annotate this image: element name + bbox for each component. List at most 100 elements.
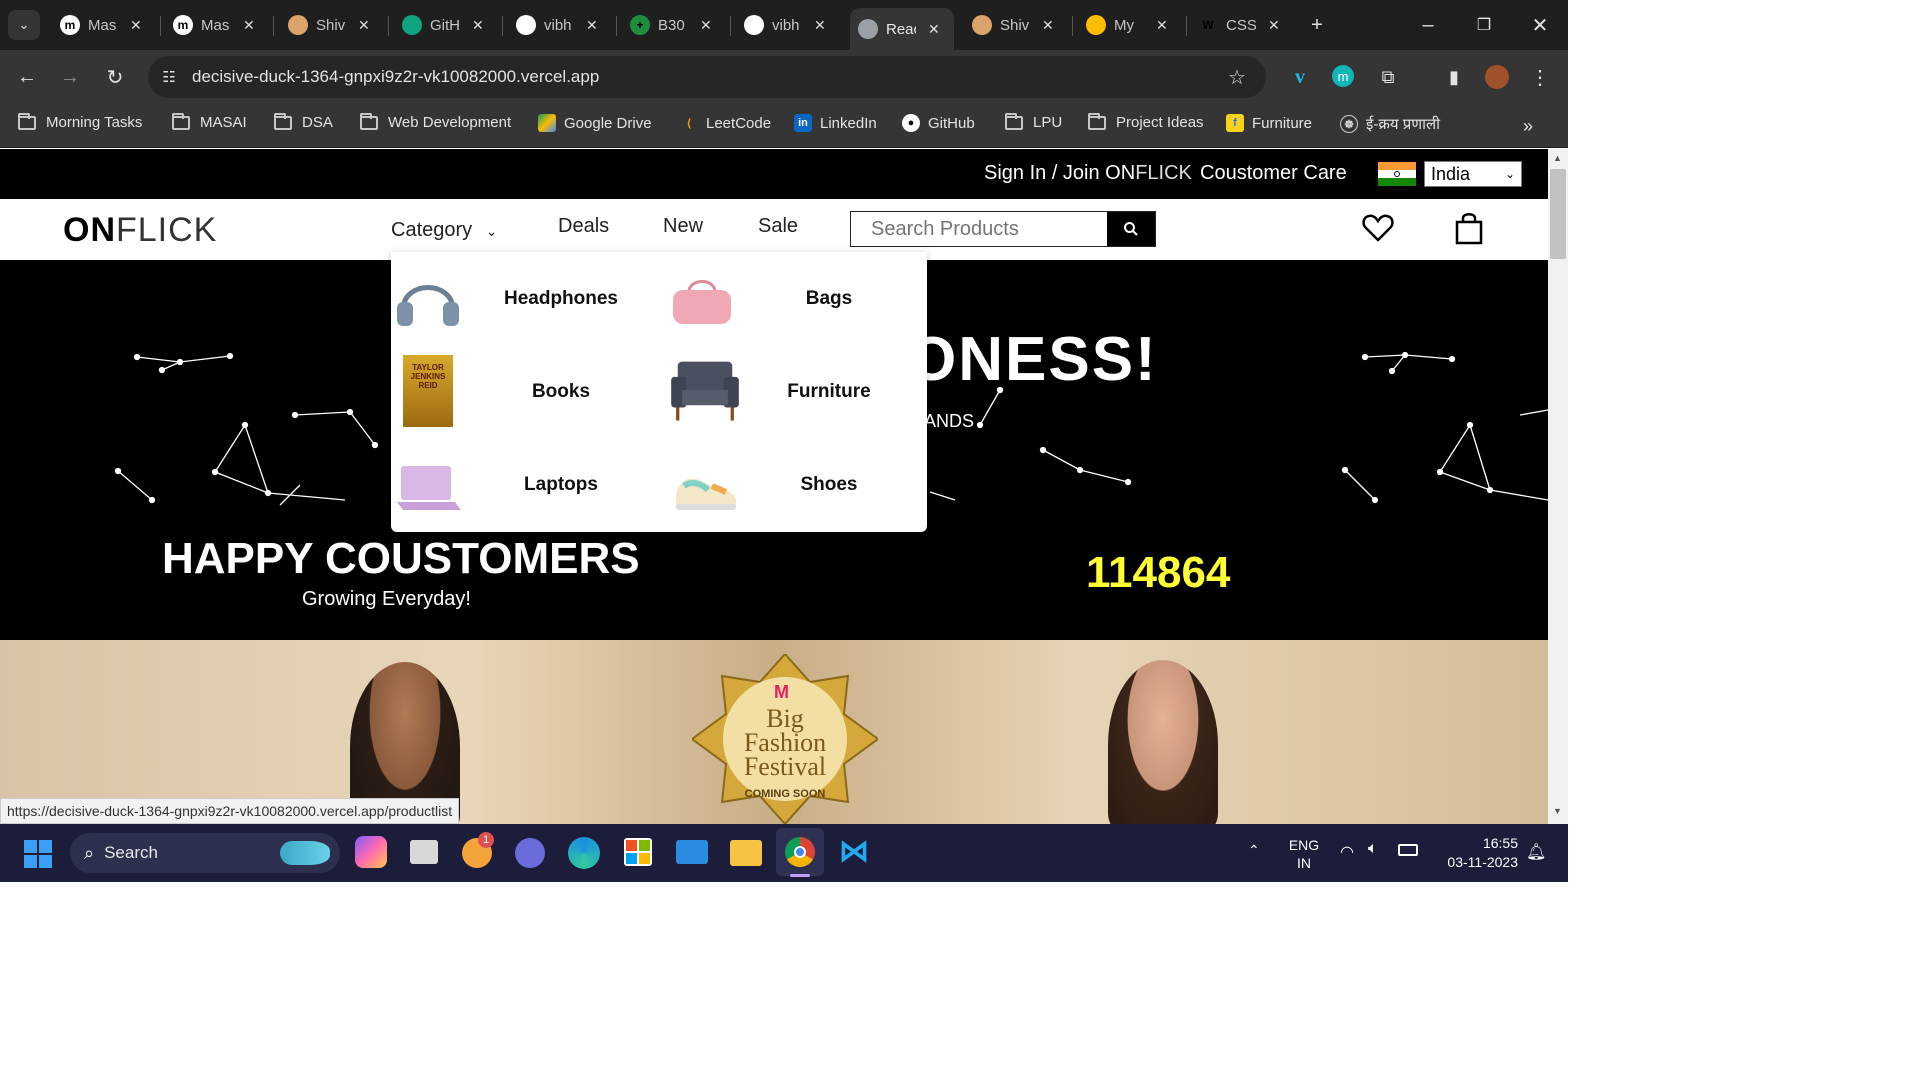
category-bags[interactable]: Bags	[659, 260, 927, 340]
scroll-thumb[interactable]	[1550, 169, 1566, 259]
tab-close-icon[interactable]: ✕	[700, 17, 712, 34]
bookmark-furniture[interactable]: f Furniture	[1226, 114, 1312, 132]
tab-search-chevron-icon[interactable]: ⌄	[8, 10, 40, 40]
bookmark-web-development[interactable]: Web Development	[360, 112, 511, 131]
browser-tab[interactable]: GitH ✕	[394, 8, 494, 42]
edge-icon[interactable]	[568, 837, 600, 869]
tray-overflow-icon[interactable]: ⌃	[1248, 842, 1260, 859]
tab-favicon-icon	[402, 15, 422, 35]
tab-close-icon[interactable]: ✕	[358, 17, 370, 34]
browser-tab[interactable]: My ✕	[1078, 8, 1178, 42]
file-explorer-icon[interactable]	[730, 840, 762, 866]
tab-separator	[1186, 16, 1187, 36]
battery-icon[interactable]	[1398, 844, 1418, 856]
bookmark-masai[interactable]: MASAI	[172, 112, 247, 131]
nav-category-label: Category	[391, 219, 473, 241]
customer-care-link[interactable]: Coustomer Care	[1200, 162, 1347, 185]
url-text[interactable]: decisive-duck-1364-gnpxi9z2r-vk10082000.…	[192, 67, 599, 87]
task-view-icon[interactable]	[410, 840, 438, 864]
search-input[interactable]	[851, 212, 1107, 246]
taskbar-search[interactable]: ⌕ Search	[70, 833, 340, 873]
browser-tab[interactable]: Shiv ✕	[280, 8, 380, 42]
tab-close-icon[interactable]: ✕	[1268, 17, 1280, 34]
bookmark-star-icon[interactable]: ☆	[1224, 64, 1250, 90]
site-info-icon[interactable]: ☷	[158, 66, 180, 88]
reload-icon[interactable]: ↻	[100, 62, 130, 92]
close-window-icon[interactable]: ✕	[1522, 12, 1558, 38]
tab-title: Mas	[201, 16, 230, 34]
scroll-up-icon[interactable]: ▲	[1553, 153, 1562, 163]
nav-new[interactable]: New	[663, 215, 703, 238]
minimize-icon[interactable]: –	[1410, 12, 1446, 38]
chrome-taskbar-icon[interactable]	[776, 828, 824, 876]
browser-tab[interactable]: vibh ✕	[736, 8, 836, 42]
tab-close-icon[interactable]: ✕	[586, 17, 598, 34]
language-indicator[interactable]: ENG IN	[1286, 836, 1322, 872]
bookmark-project-ideas[interactable]: Project Ideas	[1088, 112, 1204, 131]
tab-close-icon[interactable]: ✕	[472, 17, 484, 34]
cart-button[interactable]	[1454, 211, 1484, 245]
browser-tab[interactable]: + B30 ✕	[622, 8, 722, 42]
browser-tab[interactable]: Shiv ✕	[964, 8, 1064, 42]
more-bookmarks-icon[interactable]: »	[1516, 114, 1540, 138]
volume-icon[interactable]: 🔈︎	[1368, 840, 1378, 858]
site-logo[interactable]: ONFLICK	[63, 211, 217, 250]
teams-chat-icon[interactable]	[515, 838, 545, 868]
sign-in-label: Sign In / Join ON	[984, 162, 1136, 184]
bookmark-e-kray[interactable]: ☸ ई-क्रय प्रणाली	[1340, 114, 1440, 134]
vscode-icon[interactable]: ⋈	[838, 836, 870, 868]
notification-bell-icon[interactable]: 🔔︎	[1526, 842, 1546, 862]
page-scrollbar[interactable]: ▲ ▼	[1548, 149, 1568, 824]
tab-close-icon[interactable]: ✕	[1042, 17, 1054, 34]
bookmark-lpu[interactable]: LPU	[1005, 112, 1062, 131]
address-bar[interactable]: ☷ decisive-duck-1364-gnpxi9z2r-vk1008200…	[148, 56, 1266, 98]
category-laptops[interactable]: Laptops	[391, 446, 659, 526]
bookmark-google-drive[interactable]: Google Drive	[538, 114, 652, 132]
wifi-icon[interactable]: ◠	[1340, 842, 1354, 862]
category-furniture[interactable]: Furniture	[659, 353, 927, 433]
restore-icon[interactable]: ❐	[1466, 12, 1502, 38]
forward-icon[interactable]: →	[55, 62, 85, 92]
tab-close-icon[interactable]: ✕	[928, 21, 940, 38]
profile-avatar[interactable]	[1485, 65, 1509, 89]
bookmark-leetcode[interactable]: ⟨ LeetCode	[680, 114, 771, 132]
extensions-puzzle-icon[interactable]: ⧉	[1374, 63, 1402, 91]
vimeo-extension-icon[interactable]: v	[1286, 63, 1314, 91]
nav-category[interactable]: Category ⌄	[391, 219, 497, 242]
tab-close-icon[interactable]: ✕	[814, 17, 826, 34]
tab-close-icon[interactable]: ✕	[130, 17, 142, 34]
mail-icon[interactable]	[676, 840, 708, 864]
category-shoes[interactable]: Shoes	[659, 446, 927, 526]
category-books[interactable]: TAYLOR JENKINS REID Books	[391, 353, 659, 433]
sign-in-link[interactable]: Sign In / Join ONFLICK	[984, 162, 1192, 185]
browser-tab[interactable]: m Mas ✕	[165, 8, 265, 42]
windows-start-icon[interactable]	[24, 840, 52, 868]
microsoft-store-icon[interactable]	[624, 838, 652, 866]
scroll-down-icon[interactable]: ▼	[1553, 806, 1562, 816]
browser-tab[interactable]: Reac ✕	[850, 8, 954, 50]
category-headphones[interactable]: Headphones	[391, 260, 659, 340]
search-button[interactable]	[1107, 212, 1155, 246]
bookmark-github[interactable]: ● GitHub	[902, 114, 975, 132]
nav-deals[interactable]: Deals	[558, 215, 609, 238]
back-icon[interactable]: ←	[12, 62, 42, 92]
wishlist-button[interactable]	[1362, 213, 1394, 243]
clock[interactable]: 16:55 03-11-2023	[1430, 834, 1518, 872]
fashion-festival-banner[interactable]: M Big Fashion Festival COMING SOON	[0, 640, 1548, 824]
copilot-icon[interactable]	[355, 836, 387, 868]
chrome-menu-icon[interactable]: ⋮	[1528, 63, 1552, 91]
country-select[interactable]: India ⌄	[1424, 161, 1522, 187]
nav-sale[interactable]: Sale	[758, 215, 798, 238]
tab-close-icon[interactable]: ✕	[1156, 17, 1168, 34]
browser-tab[interactable]: vibh ✕	[508, 8, 608, 42]
bookmark-dsa[interactable]: DSA	[274, 112, 333, 131]
browser-tab[interactable]: m Mas ✕	[52, 8, 152, 42]
tab-close-icon[interactable]: ✕	[243, 17, 255, 34]
new-tab-icon[interactable]: +	[1302, 12, 1332, 38]
bookmark-morning-tasks[interactable]: Morning Tasks	[18, 112, 142, 131]
masai-extension-icon[interactable]: m	[1332, 65, 1354, 87]
logo-on: ON	[63, 211, 116, 249]
side-panel-icon[interactable]: ▮	[1440, 63, 1468, 91]
bookmark-linkedin[interactable]: in LinkedIn	[794, 114, 877, 132]
browser-tab[interactable]: W CSS ✕	[1190, 8, 1290, 42]
